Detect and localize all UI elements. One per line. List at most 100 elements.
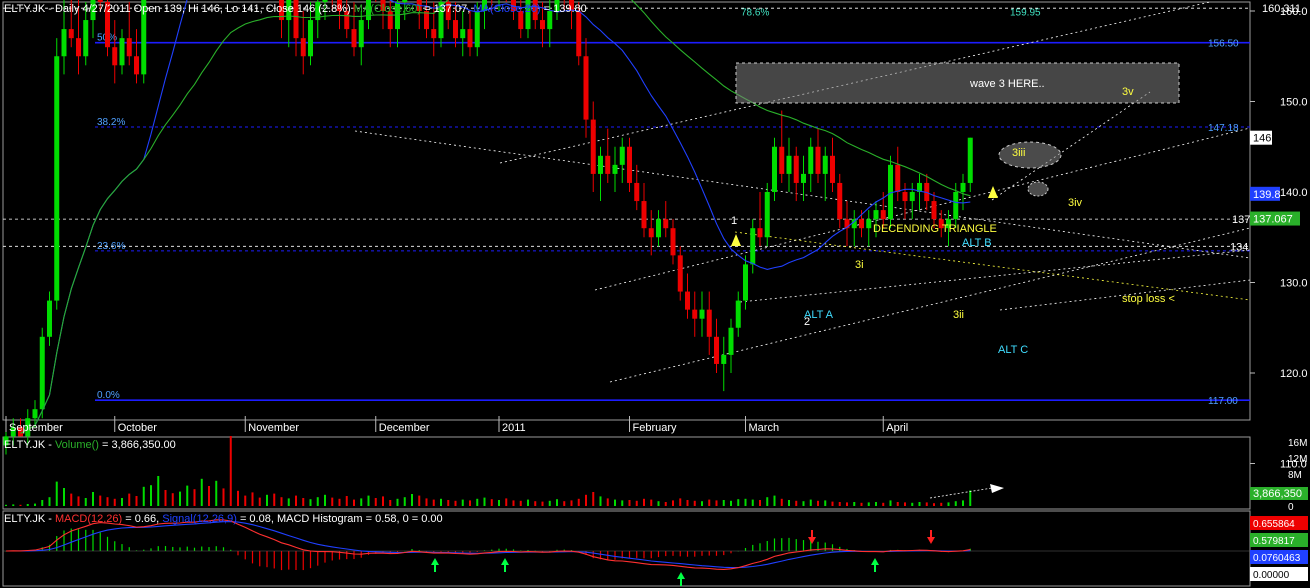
candle-body [743,264,748,301]
volume-bar [824,500,827,506]
macd-hist-bar [730,551,732,554]
macd-hist-bar [346,551,348,560]
volume-bar [128,493,131,506]
candle-body [663,219,669,229]
volume-bar [135,496,138,506]
macd-hist-bar [723,551,725,556]
macd-tag: 0.0760463 [1253,553,1301,564]
volume-bar [360,498,363,506]
candle-body [76,38,81,57]
volume-bar [548,500,551,506]
buy-arrow-head [501,558,509,565]
candle-body [619,146,625,165]
volume-bar [962,500,964,506]
volume-panel-frame [2,436,1251,510]
buy-arrow-head [871,558,879,565]
volume-bar [266,494,268,506]
volume-bar [788,500,790,506]
macd-hist-bar [701,551,703,556]
fib-value: 117.00 [1208,396,1238,407]
candle-body [112,47,118,66]
macd-hist-bar [121,544,123,551]
candle-body [634,182,640,202]
macd-hist-bar [114,541,116,551]
macd-hist-bar [708,551,710,556]
candle-body [859,219,864,229]
ma20-value: = 139.80 [540,3,587,15]
macd-hist-bar [781,538,783,551]
macd-hist-bar [99,532,101,551]
volume-bar [215,480,218,506]
volume-tick-label: 12M [1288,454,1307,465]
volume-bar [309,499,312,506]
candle-body [953,192,959,220]
fib-ext-label: 78.6% [741,7,769,18]
macd-tag: 0.579817 [1253,536,1295,547]
volume-bar [730,500,732,506]
volume-bar [440,498,442,506]
volume-bar [302,498,305,506]
candle-body [793,155,799,183]
ma60-label: MA(Close,60) [353,3,422,15]
volume-bar [396,498,399,506]
volume-bar [846,502,848,506]
candle-body [757,228,763,238]
macd-hist-bar [324,551,326,563]
volume-bar [295,495,297,506]
macd-tag: 0.00000 [1253,570,1290,581]
candle-body [590,119,596,174]
candle-body [808,146,814,174]
ma60-value: = 137.07, [421,3,471,15]
volume-bar [780,498,783,506]
candle-body [909,192,915,202]
volume-bar [469,500,471,506]
last-price-tag: 146 [1253,133,1271,145]
price-tick-label: 130.0 [1280,278,1308,290]
macd-hist-bar [643,551,645,559]
volume-bar [454,500,457,506]
candle-body [119,38,125,66]
volume-bar [621,500,624,506]
fib-value: 156.50 [1208,39,1239,50]
volume-bar [759,500,761,506]
volume-bar [432,499,435,506]
macd-hist-bar [259,551,261,567]
volume-bar [606,498,609,506]
volume-bar [592,492,595,506]
volume-tick-label: 0 [1288,502,1294,513]
volume-bar [556,499,558,506]
macd-hist-bar [744,547,747,551]
candle-body [300,38,306,57]
candle-body [714,336,719,364]
macd-panel [3,519,1250,586]
volume-bar [237,490,239,506]
volume-bar [534,501,537,506]
volume-tag: 3,866,350 [1253,488,1302,500]
volume-bar [324,494,326,506]
volume-bar [867,502,870,506]
macd-hist-bar [715,551,718,556]
alt-c-label: ALT C [998,344,1028,356]
wave3v-label: 3v [1122,86,1134,98]
macd-tag: 0.655864 [1253,519,1295,530]
candle-body [540,20,545,30]
candle-body [641,201,647,229]
month-label: 2011 [502,422,526,434]
candle-body [54,56,60,301]
macd-hist-bar [411,548,413,551]
macd-hist-bar [498,548,500,551]
volume-bar [92,492,94,506]
wave3iv-ellipse [1027,181,1049,197]
volume-bar [338,498,341,506]
ma20-tag: 139.8 [1253,189,1281,201]
volume-bar [838,502,841,506]
volume-bar [48,497,51,506]
volume-tick-label: 16M [1288,438,1307,449]
volume-bar [41,500,44,506]
volume-bar [563,501,566,506]
volume-bar [403,497,406,506]
volume-bar [12,504,15,506]
volume-bar [954,501,957,506]
volume-bar [657,501,660,506]
month-label: November [248,422,299,434]
